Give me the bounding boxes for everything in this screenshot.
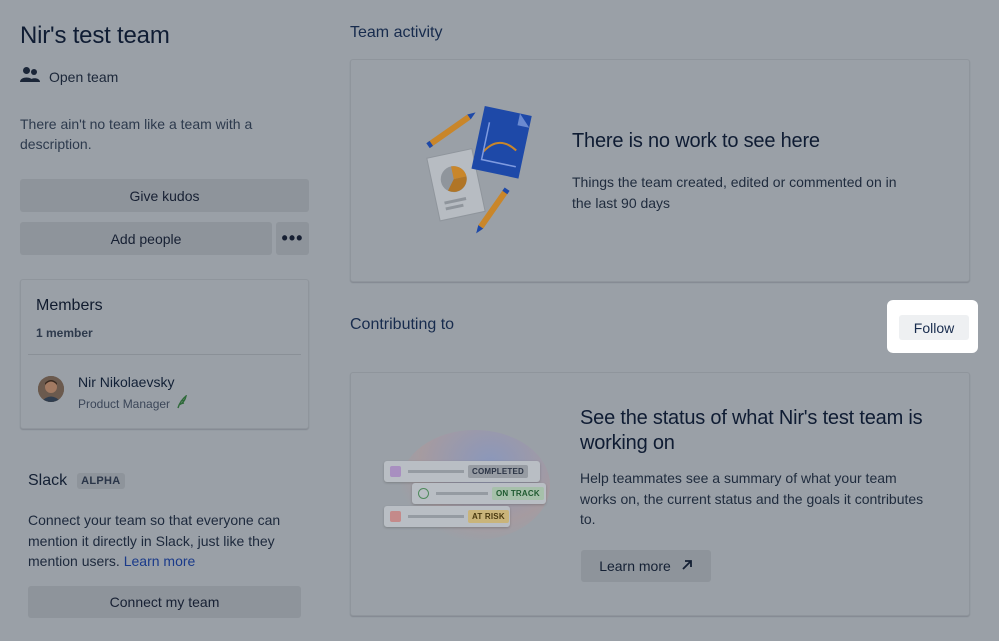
contributing-description: Help teammates see a summary of what you… <box>580 470 924 527</box>
alpha-badge: ALPHA <box>77 473 125 489</box>
team-title: Nir's test team <box>20 22 170 49</box>
team-description[interactable]: There ain't no team like a team with a d… <box>20 114 290 154</box>
more-actions-button[interactable]: ••• <box>276 222 309 255</box>
arrow-up-right-icon <box>681 558 693 574</box>
status-row-on-track: ON TRACK <box>412 483 546 504</box>
empty-state-description: Things the team created, edited or comme… <box>572 174 897 211</box>
status-row-icon <box>418 488 429 499</box>
follow-button[interactable]: Follow <box>899 315 969 340</box>
members-title: Members <box>36 297 103 314</box>
status-row-bar <box>436 492 488 495</box>
members-count: 1 member <box>36 326 93 340</box>
team-activity-title: Team activity <box>350 24 443 41</box>
member-role: Product Manager <box>78 394 188 412</box>
empty-work-illustration <box>425 105 535 240</box>
member-role-label: Product Manager <box>78 396 171 411</box>
on-track-pill: ON TRACK <box>492 487 544 500</box>
at-risk-pill: AT RISK <box>468 510 509 523</box>
member-name[interactable]: Nir Nikolaevsky <box>78 374 174 390</box>
team-type-label: Open team <box>49 68 119 85</box>
add-people-button[interactable]: Add people <box>20 222 272 255</box>
divider <box>28 354 301 355</box>
status-row-icon <box>390 466 401 477</box>
slack-learn-more-link[interactable]: Learn more <box>124 553 196 569</box>
status-row-at-risk: AT RISK <box>384 506 510 527</box>
completed-pill: COMPLETED <box>468 465 529 478</box>
contributing-heading: See the status of what Nir's test team i… <box>580 407 923 454</box>
connect-team-button[interactable]: Connect my team <box>28 586 301 618</box>
give-kudos-button[interactable]: Give kudos <box>20 179 309 212</box>
slack-title: Slack <box>28 472 68 489</box>
learn-more-button[interactable]: Learn more <box>581 550 711 582</box>
status-row-bar <box>408 515 464 518</box>
status-row-completed: COMPLETED <box>384 461 540 482</box>
status-row-bar <box>408 470 464 473</box>
contributing-to-title: Contributing to <box>350 316 455 333</box>
slack-description: Connect your team so that everyone can m… <box>28 510 310 572</box>
status-illustration: COMPLETED ON TRACK AT RISK <box>380 425 555 540</box>
team-type: Open team <box>20 66 118 87</box>
status-row-icon <box>390 511 401 522</box>
people-icon <box>20 66 40 87</box>
empty-state-heading: There is no work to see here <box>572 130 820 152</box>
learn-more-label: Learn more <box>599 558 671 574</box>
leaf-icon <box>176 394 188 412</box>
avatar[interactable] <box>38 376 64 402</box>
slack-section-title: Slack ALPHA <box>28 472 125 490</box>
